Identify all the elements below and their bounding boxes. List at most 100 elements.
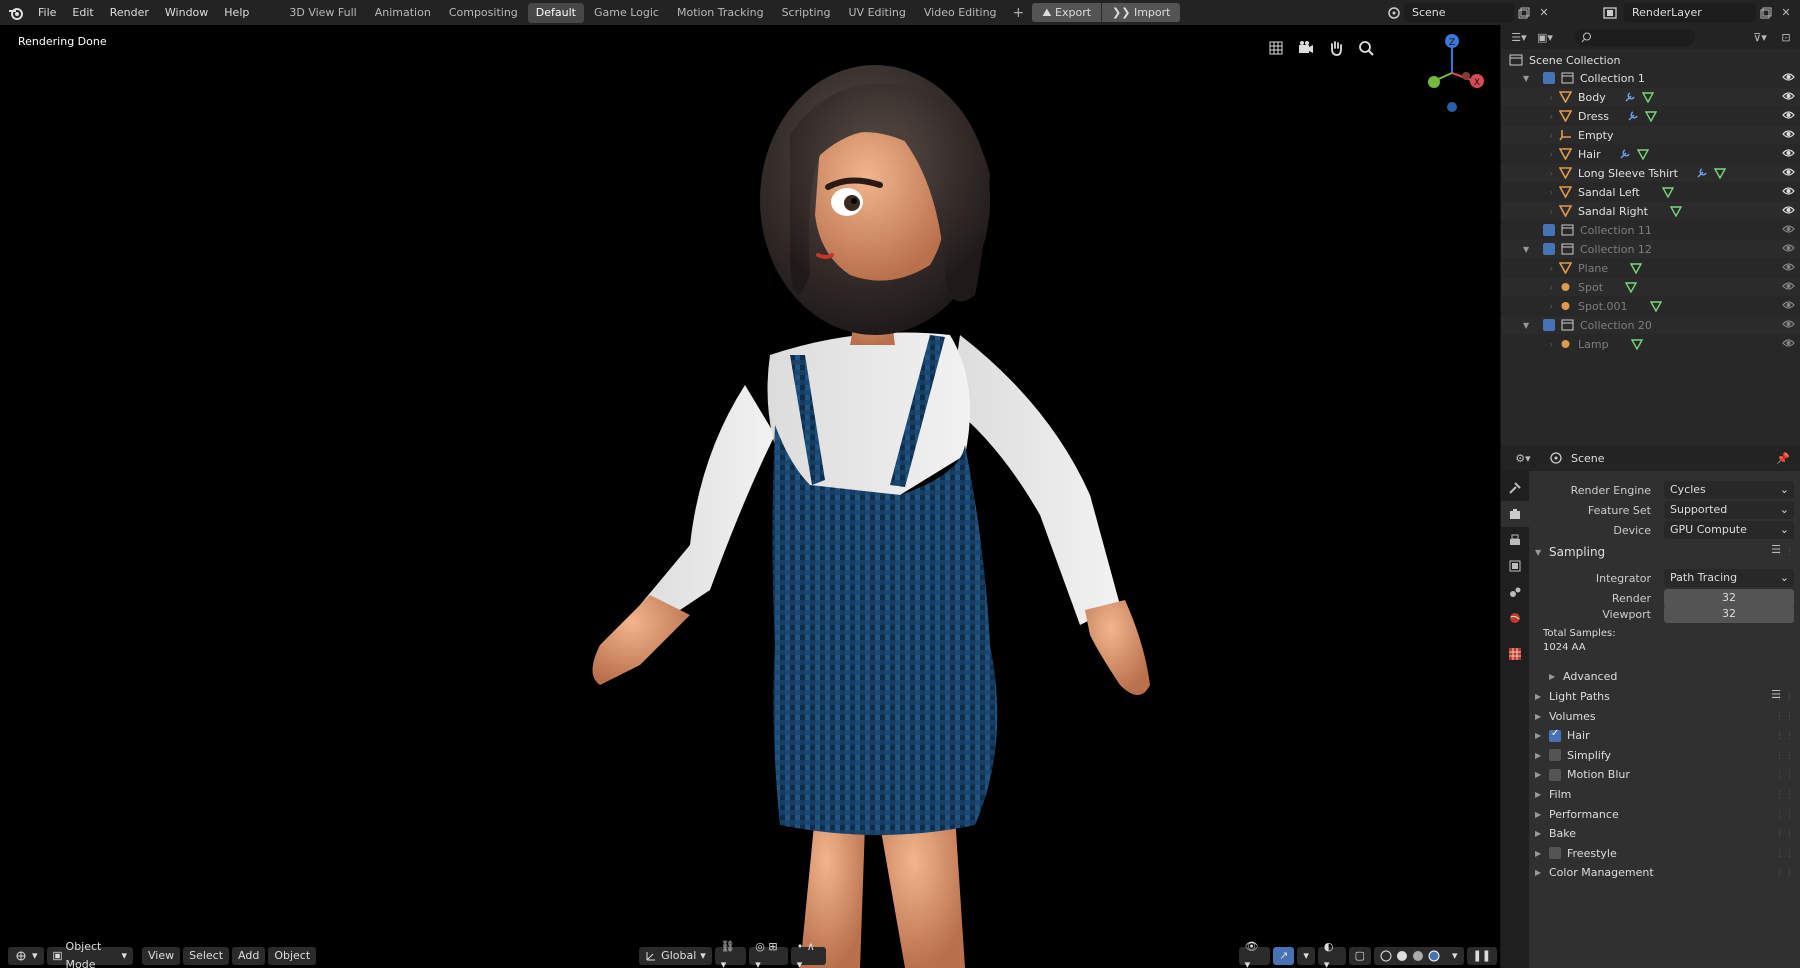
xray-button[interactable]: ▢ [1348,947,1372,965]
exclude-checkbox[interactable] [1543,224,1555,236]
world-tab-icon[interactable] [1501,605,1529,631]
mesh-data-icon[interactable] [1669,205,1682,217]
panel-enable-checkbox[interactable] [1549,749,1561,762]
panel-header-film[interactable]: ▶ Film [1535,788,1571,801]
outliner-row-empty[interactable]: › Empty [1501,126,1800,144]
panel-enable-checkbox[interactable] [1549,768,1561,781]
workspace-tab-3d-view-full[interactable]: 3D View Full [281,3,364,23]
panel-drag-handle[interactable]: ⋮⋮ [1775,849,1795,859]
grid-icon[interactable] [1265,37,1287,59]
modifier-wrench-icon[interactable] [1624,91,1636,103]
panel-header-performance[interactable]: ▶ Performance [1535,808,1619,821]
workspace-tab-default[interactable]: Default [527,2,584,23]
viewport-menu-add[interactable]: Add [232,947,266,965]
visibility-button[interactable]: 👁 ▾ [1238,940,1271,968]
menu-file[interactable]: File [30,0,64,25]
viewport-menu-select[interactable]: Select [183,947,230,965]
modifier-wrench-icon[interactable] [1627,110,1639,122]
add-workspace-icon[interactable]: + [1013,5,1025,21]
mesh-data-icon[interactable] [1644,110,1657,122]
visibility-eye-icon[interactable] [1782,243,1795,256]
panel-header-color-management[interactable]: ▶ Color Management [1535,866,1654,879]
3d-viewport[interactable]: Rendering Done Z X ▾ Object Mode ▾ View … [0,25,1500,968]
new-scene-icon[interactable] [1514,3,1534,22]
scene-collection-row[interactable]: Scene Collection [1501,51,1800,69]
panel-drag-handle[interactable]: ⋮⋮ [1775,868,1795,878]
expand-arrow-icon[interactable]: ▼ [1523,321,1543,330]
filter-icon[interactable]: ⊽▾ [1750,28,1770,47]
panel-drag-handle[interactable]: ⋮⋮ [1775,751,1795,761]
gizmo-options-button[interactable]: ▾ [1297,947,1315,965]
workspace-tab-uv-editing[interactable]: UV Editing [841,3,914,23]
outliner-row-lamp[interactable]: › Lamp [1501,335,1800,353]
visibility-eye-icon[interactable] [1782,338,1795,351]
menu-render[interactable]: Render [102,0,157,25]
panel-drag-handle[interactable]: ⋮⋮ [1775,712,1795,722]
outliner-row-spot[interactable]: › Spot [1501,278,1800,296]
workspace-tab-compositing[interactable]: Compositing [441,3,526,23]
visibility-eye-icon[interactable] [1782,167,1795,180]
workspace-tab-motion-tracking[interactable]: Motion Tracking [669,3,772,23]
properties-editor-icon[interactable]: ⚙▾ [1513,449,1533,468]
hand-pan-icon[interactable] [1325,37,1347,59]
output-tab-icon[interactable] [1501,527,1529,553]
viewport-menu-view[interactable]: View [142,947,181,965]
outliner-row-body[interactable]: › Body [1501,88,1800,106]
exclude-checkbox[interactable] [1543,72,1555,84]
visibility-eye-icon[interactable] [1782,72,1795,85]
render-tab-icon[interactable] [1501,501,1529,527]
workspace-tab-scripting[interactable]: Scripting [774,3,839,23]
tool-tab-icon[interactable] [1501,475,1529,501]
pivot-point-button[interactable]: ⛓ ▾ [714,940,747,968]
panel-header-hair[interactable]: ▶ ✓ Hair [1535,728,1590,743]
mesh-data-icon[interactable] [1636,148,1649,160]
panel-enable-checkbox[interactable] [1549,847,1561,860]
visibility-eye-icon[interactable] [1782,129,1795,142]
outliner-row-collection-1[interactable]: ▼ Collection 1 [1501,69,1800,87]
menu-help[interactable]: Help [216,0,257,25]
panel-header-simplify[interactable]: ▶ Simplify [1535,749,1611,762]
delete-render-layer-icon[interactable]: ✕ [1776,3,1796,22]
mesh-data-icon[interactable] [1625,281,1638,293]
overlay-button[interactable]: ◐ ▾ [1317,940,1346,968]
panel-header-freestyle[interactable]: ▶ Freestyle [1535,847,1617,860]
sampling-panel-header[interactable]: ▼ Sampling [1535,545,1605,559]
outliner-search-input[interactable] [1575,28,1695,46]
mesh-data-icon[interactable] [1630,262,1643,274]
camera-icon[interactable] [1295,37,1317,59]
panel-header-volumes[interactable]: ▶ Volumes [1535,710,1596,723]
visibility-eye-icon[interactable] [1782,186,1795,199]
object-mode-dropdown[interactable]: Object Mode ▾ [46,940,133,968]
proportional-edit-button[interactable]: • ∧ ▾ [790,940,826,968]
modifier-wrench-icon[interactable] [1696,167,1708,179]
exclude-checkbox[interactable] [1543,243,1555,255]
mesh-data-icon[interactable] [1630,338,1643,350]
visibility-eye-icon[interactable] [1782,91,1795,104]
transform-orientation-dropdown[interactable]: Global ▾ [639,947,712,965]
import-button[interactable]: ❯❯ Import [1102,3,1181,22]
view-layer-tab-icon[interactable] [1501,553,1529,579]
device-dropdown[interactable]: GPU Compute ⌄ [1664,521,1794,539]
outliner-row-spot-001[interactable]: › Spot.001 [1501,297,1800,315]
export-button[interactable]: ⛰ Export [1032,3,1103,22]
panel-header-motion-blur[interactable]: ▶ Motion Blur [1535,768,1630,781]
outliner-editor-icon[interactable]: ☰▾ [1509,28,1529,47]
zoom-icon[interactable] [1355,37,1377,59]
panel-drag-handle[interactable]: ⋮⋮ [1775,770,1795,780]
visibility-eye-icon[interactable] [1782,224,1795,237]
viewport-menu-object[interactable]: Object [268,947,317,965]
snap-button[interactable]: ◎ ⊞ ▾ [749,940,788,968]
visibility-eye-icon[interactable] [1782,110,1795,123]
workspace-tab-animation[interactable]: Animation [367,3,439,23]
orientation-gizmo[interactable]: Z X [1410,31,1490,121]
panel-drag-handle[interactable]: ⋮⋮ [1775,790,1795,800]
outliner-row-collection-11[interactable]: Collection 11 [1501,221,1800,239]
delete-scene-icon[interactable]: ✕ [1534,3,1554,22]
mesh-data-icon[interactable] [1661,186,1674,198]
outliner-row-collection-12[interactable]: ▼ Collection 12 [1501,240,1800,258]
viewport-samples-field[interactable]: 32 [1664,605,1794,623]
outliner-row-plane[interactable]: › Plane [1501,259,1800,277]
visibility-eye-icon[interactable] [1782,281,1795,294]
panel-drag-handle[interactable]: ⋮⋮ [1775,829,1795,839]
visibility-eye-icon[interactable] [1782,205,1795,218]
